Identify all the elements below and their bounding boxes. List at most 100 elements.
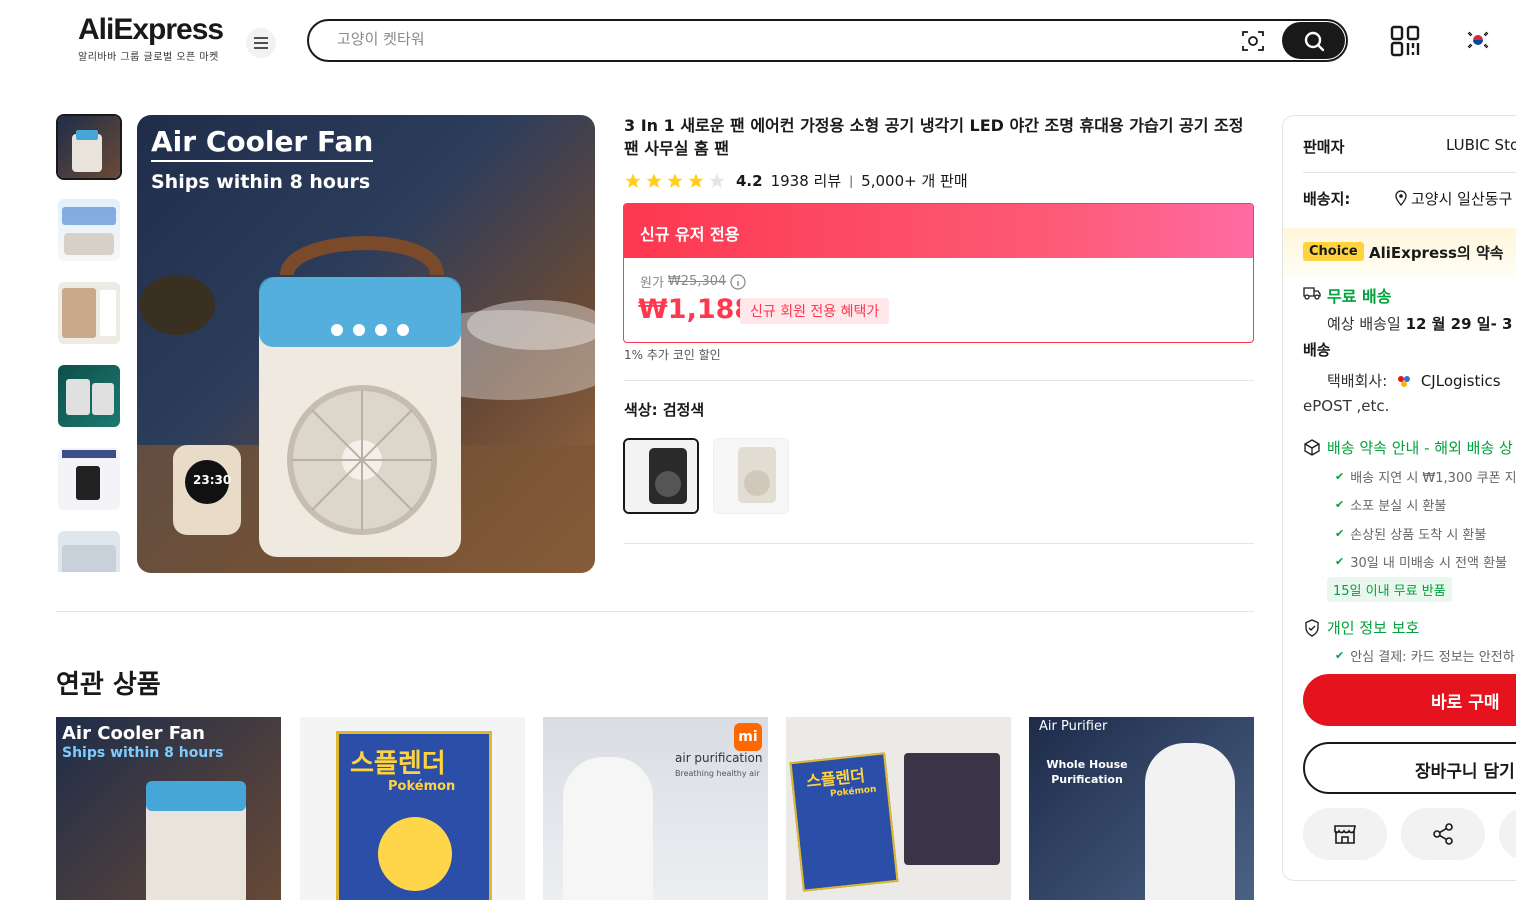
- promo-header: 신규 유저 전용: [624, 204, 1253, 258]
- ship-to-row[interactable]: 배송지: 고양시 일산동구: [1303, 188, 1512, 209]
- promise-text: 소포 분실 시 환불: [1350, 499, 1447, 514]
- free-return-tag: 15일 이내 무료 반품: [1327, 577, 1452, 602]
- delivery-promise-link[interactable]: 배송 약속 안내 - 해외 배송 상: [1327, 437, 1513, 458]
- carrier-row: 택배회사: CJLogistics: [1327, 370, 1501, 391]
- check-icon: ✔: [1335, 555, 1345, 568]
- card-title: air purification: [675, 751, 763, 765]
- star-icon: [646, 173, 662, 188]
- truck-icon: [1303, 287, 1321, 300]
- star-icon: [667, 173, 683, 188]
- related-product-card[interactable]: mi air purification Breathing healthy ai…: [543, 717, 768, 900]
- check-icon: ✔: [1335, 527, 1345, 540]
- sale-price: ₩1,188: [638, 294, 754, 325]
- divider: [56, 611, 1254, 612]
- choice-banner: Choice AliExpress의 약속: [1283, 228, 1516, 278]
- search-input[interactable]: [337, 30, 1217, 48]
- eta-row: 예상 배송일 12 월 29 일- 3: [1327, 313, 1512, 334]
- thumbnail[interactable]: [58, 282, 120, 344]
- eta-prefix: 예상 배송일: [1327, 315, 1401, 333]
- image-search-icon[interactable]: [1241, 29, 1265, 53]
- related-product-card[interactable]: 스플렌더 Pokémon: [300, 717, 525, 900]
- original-price-label: 원가: [640, 276, 664, 291]
- add-to-cart-button[interactable]: 장바구니 담기: [1303, 742, 1516, 794]
- privacy-title[interactable]: 개인 정보 보호: [1327, 617, 1419, 638]
- related-product-card[interactable]: Air Purifier Whole House Purification: [1029, 717, 1254, 900]
- star-icon: [688, 173, 704, 188]
- korea-flag-icon[interactable]: [1466, 30, 1490, 50]
- carrier-logo-icon: [1398, 376, 1411, 387]
- related-product-card[interactable]: 스플렌더 Pokémon: [786, 717, 1011, 900]
- divider: [1303, 172, 1516, 173]
- promise-item: ✔ 손상된 상품 도착 시 환불: [1335, 524, 1486, 543]
- review-count[interactable]: 1938 리뷰: [771, 170, 842, 191]
- separator: |: [849, 173, 854, 188]
- privacy-text: 안심 결제: 카드 정보는 안전하: [1350, 650, 1515, 665]
- card-title: Air Cooler Fan: [62, 723, 205, 744]
- eta-date: 12 월 29 일- 3: [1405, 315, 1513, 333]
- thumbnail-list: [56, 114, 122, 572]
- coin-discount: 1% 추가 코인 할인: [624, 348, 721, 362]
- thumbnail[interactable]: [58, 448, 120, 510]
- divider: [624, 543, 1254, 544]
- free-shipping: 무료 배송: [1327, 287, 1392, 306]
- image-title: Air Cooler Fan: [151, 125, 374, 162]
- logo-subtitle: 알리바바 그룹 글로벌 오픈 마켓: [78, 52, 219, 63]
- search-bar: [307, 19, 1348, 62]
- carrier-label: 택배회사:: [1327, 372, 1388, 390]
- privacy-item: ✔ 안심 결제: 카드 정보는 안전하: [1335, 646, 1515, 665]
- qr-code-icon[interactable]: [1390, 25, 1420, 57]
- search-button[interactable]: [1282, 22, 1345, 59]
- thumbnail[interactable]: [58, 365, 120, 427]
- image-subtitle: Ships within 8 hours: [151, 171, 371, 193]
- share-icon: [1433, 823, 1453, 845]
- card-subtitle: Pokémon: [388, 779, 456, 794]
- logo-text: AliExpress: [78, 13, 224, 46]
- star-rating[interactable]: [624, 172, 726, 190]
- store-button[interactable]: [1303, 808, 1387, 860]
- divider: [624, 380, 1254, 381]
- promise-text: 30일 내 미배송 시 전액 환불: [1350, 556, 1508, 571]
- ship-to-label: 배송지:: [1303, 190, 1351, 208]
- check-icon: ✔: [1335, 649, 1345, 662]
- buy-now-button[interactable]: 바로 구매: [1303, 674, 1516, 726]
- menu-button[interactable]: [246, 28, 276, 58]
- purchase-panel: 판매자 LUBIC Store 배송지: 고양시 일산동구 Choice Ali…: [1282, 115, 1516, 881]
- info-icon[interactable]: [730, 273, 746, 290]
- clock-display: 23:30: [193, 473, 232, 487]
- original-price: 원가 ₩25,304: [640, 272, 746, 291]
- card-title: Air Purifier: [1039, 719, 1108, 734]
- thumbnail[interactable]: [56, 114, 122, 180]
- sale-tag: 신규 회원 전용 혜택가: [740, 298, 890, 324]
- package-shield-icon: [1304, 439, 1320, 456]
- promise-item: ✔ 배송 지연 시 ₩1,300 쿠폰 지급: [1335, 467, 1516, 486]
- related-product-card[interactable]: Air Cooler Fan Ships within 8 hours: [56, 717, 281, 900]
- thumbnail[interactable]: [58, 531, 120, 572]
- choice-badge: Choice: [1303, 242, 1364, 261]
- shield-check-icon: [1305, 619, 1319, 637]
- black-fan-swatch-image: [625, 440, 697, 512]
- promise-item: ✔ 30일 내 미배송 시 전액 환불: [1335, 552, 1507, 571]
- main-product-image[interactable]: Air Cooler Fan Ships within 8 hours 23:3…: [137, 115, 595, 573]
- wishlist-button[interactable]: [1499, 808, 1516, 860]
- store-icon: [1334, 825, 1356, 844]
- aliexpress-logo[interactable]: AliExpress 알리바바 그룹 글로벌 오픈 마켓: [78, 13, 224, 64]
- star-icon: [625, 173, 641, 188]
- location-pin-icon: [1395, 190, 1407, 206]
- white-fan-swatch-image: [714, 439, 788, 513]
- hamburger-icon: [254, 37, 268, 49]
- seller-name[interactable]: LUBIC Store: [1446, 136, 1516, 154]
- color-swatch-black[interactable]: [623, 438, 699, 514]
- carrier-name: CJLogistics: [1420, 372, 1501, 390]
- choice-text: AliExpress의 약속: [1369, 244, 1504, 262]
- thumbnail[interactable]: [58, 199, 120, 261]
- share-button[interactable]: [1401, 808, 1485, 860]
- card-subtitle: Ships within 8 hours: [62, 745, 224, 761]
- original-price-value: ₩25,304: [667, 274, 727, 289]
- check-icon: ✔: [1335, 498, 1345, 511]
- sold-count: 5,000+ 개 판매: [861, 172, 968, 190]
- price-promo-box: 신규 유저 전용 원가 ₩25,304 ₩1,188 신규 회원 전용 혜택가: [623, 203, 1254, 343]
- seller-row: 판매자 LUBIC Store: [1303, 136, 1516, 157]
- card-title: 스플렌더: [350, 749, 446, 779]
- color-swatch-white[interactable]: [713, 438, 789, 514]
- check-icon: ✔: [1335, 470, 1345, 483]
